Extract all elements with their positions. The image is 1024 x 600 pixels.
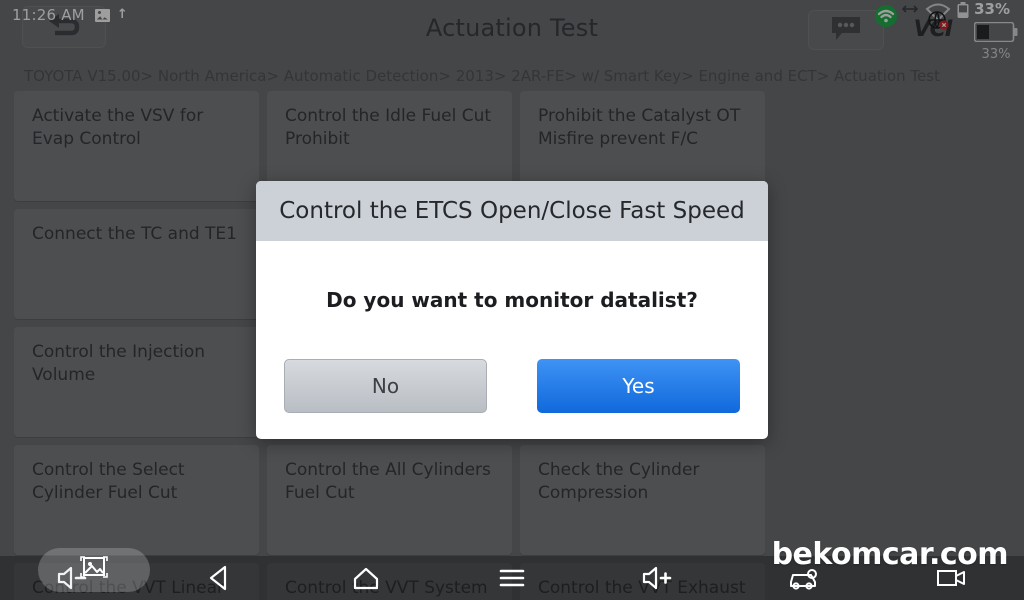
breadcrumb[interactable]: TOYOTA V15.00> North America> Automatic … xyxy=(0,63,1024,89)
nav-volume-up-button[interactable] xyxy=(585,565,731,591)
actuation-tile-label: Control the Idle Fuel Cut Prohibit xyxy=(285,106,492,149)
nav-recents-button[interactable] xyxy=(439,566,585,590)
bluetooth-icon xyxy=(900,2,920,16)
actuation-tile-label: Check the Cylinder Compression xyxy=(538,460,700,503)
app-battery-widget: 33% xyxy=(973,21,1018,62)
volume-up-icon xyxy=(641,565,675,591)
actuation-tile-label: Connect the TC and TE1 xyxy=(32,224,237,244)
actuation-tile-label: Activate the VSV for Evap Control xyxy=(32,106,204,149)
screenshot-button[interactable] xyxy=(38,548,150,592)
dialog-title: Control the ETCS Open/Close Fast Speed xyxy=(256,181,768,241)
watermark: bekomcar.com xyxy=(771,537,1009,572)
home-icon xyxy=(352,565,380,591)
nav-back-button[interactable] xyxy=(146,564,292,592)
wifi-signal-icon xyxy=(874,4,898,28)
breadcrumb-text: TOYOTA V15.00> North America> Automatic … xyxy=(24,67,940,85)
wifi-disconnected-icon xyxy=(924,0,952,30)
app-battery-percent: 33% xyxy=(981,47,1011,62)
actuation-tile-label: Control the Injection Volume xyxy=(32,342,206,385)
dialog-actions: No Yes xyxy=(256,359,768,439)
actuation-tile[interactable]: Control the Injection Volume xyxy=(14,327,259,437)
status-clock: 11:26 AM xyxy=(12,5,85,24)
dialog-message: Do you want to monitor datalist? xyxy=(326,288,698,312)
actuation-tile[interactable]: Control the Select Cylinder Fuel Cut xyxy=(14,445,259,555)
actuation-tile-label: Control the All Cylinders Fuel Cut xyxy=(285,460,491,503)
actuation-tile[interactable]: Control the All Cylinders Fuel Cut xyxy=(267,445,512,555)
recents-icon xyxy=(498,566,526,590)
actuation-tile[interactable]: Check the Cylinder Compression xyxy=(520,445,765,555)
actuation-tile-label: Prohibit the Catalyst OT Misfire prevent… xyxy=(538,106,741,149)
nav-home-button[interactable] xyxy=(293,565,439,591)
image-icon xyxy=(94,8,110,22)
battery-percent: 33% xyxy=(974,0,1010,18)
app-root: Activate the VSV for Evap Control Control… xyxy=(0,0,1024,600)
upload-icon: ↑ xyxy=(116,6,128,22)
actuation-tile[interactable]: Connect the TC and TE1 xyxy=(14,209,259,319)
status-bar: 11:26 AM ↑ 33% xyxy=(0,0,1024,30)
battery-icon xyxy=(956,2,970,18)
back-triangle-icon xyxy=(205,564,233,592)
app-battery-icon xyxy=(973,21,1018,46)
no-button[interactable]: No xyxy=(284,359,487,413)
confirm-dialog: Control the ETCS Open/Close Fast Speed D… xyxy=(256,181,768,439)
screenshot-icon xyxy=(79,553,109,587)
yes-button[interactable]: Yes xyxy=(537,359,740,413)
actuation-tile[interactable]: Activate the VSV for Evap Control xyxy=(14,91,259,201)
status-left-icons: ↑ xyxy=(94,6,128,22)
actuation-tile-label: Control the Select Cylinder Fuel Cut xyxy=(32,460,185,503)
